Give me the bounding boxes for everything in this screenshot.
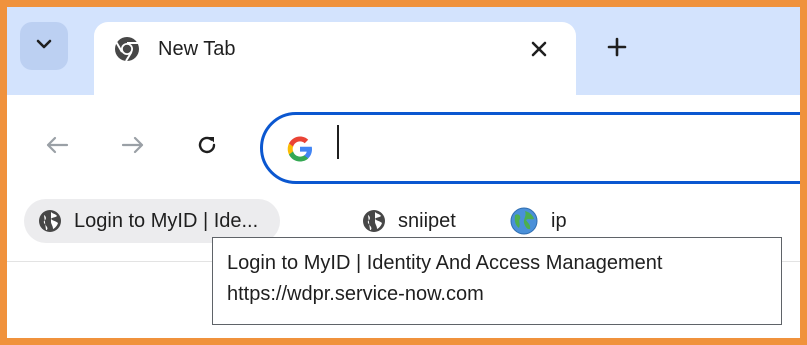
omnibox[interactable]: [260, 112, 800, 184]
bookmark-label: Login to MyID | Ide...: [74, 209, 259, 232]
tab-title: New Tab: [158, 38, 236, 60]
reload-icon: [195, 133, 219, 162]
earth-icon: [509, 206, 539, 236]
tab-search-button[interactable]: [20, 22, 68, 70]
text-caret: [337, 125, 339, 159]
address-input[interactable]: [333, 129, 800, 169]
bookmark-label: ip: [551, 209, 567, 232]
plus-icon: [607, 37, 627, 62]
tab-strip: New Tab: [7, 7, 800, 100]
browser-window: New Tab Login to MyID | Ide... sniipet i…: [7, 7, 800, 338]
tab-new-tab[interactable]: New Tab: [94, 22, 576, 100]
back-button[interactable]: [41, 131, 73, 163]
chrome-icon: [114, 36, 140, 62]
arrow-left-icon: [45, 135, 69, 160]
tooltip-url: https://wdpr.service-now.com: [227, 283, 484, 305]
toolbar: [7, 95, 800, 191]
reload-button[interactable]: [191, 131, 223, 163]
bookmark-label: sniipet: [398, 209, 456, 232]
new-tab-button[interactable]: [601, 33, 633, 65]
chevron-down-icon: [35, 37, 53, 55]
screenshot-frame: New Tab Login to MyID | Ide... sniipet i…: [0, 0, 807, 345]
google-g-icon: [285, 134, 315, 164]
tooltip-title: Login to MyID | Identity And Access Mana…: [227, 252, 663, 274]
forward-button[interactable]: [117, 131, 149, 163]
globe-icon: [362, 209, 386, 233]
globe-icon: [38, 209, 62, 233]
close-icon[interactable]: [524, 34, 554, 64]
bookmark-tooltip: Login to MyID | Identity And Access Mana…: [212, 237, 782, 325]
arrow-right-icon: [121, 135, 145, 160]
